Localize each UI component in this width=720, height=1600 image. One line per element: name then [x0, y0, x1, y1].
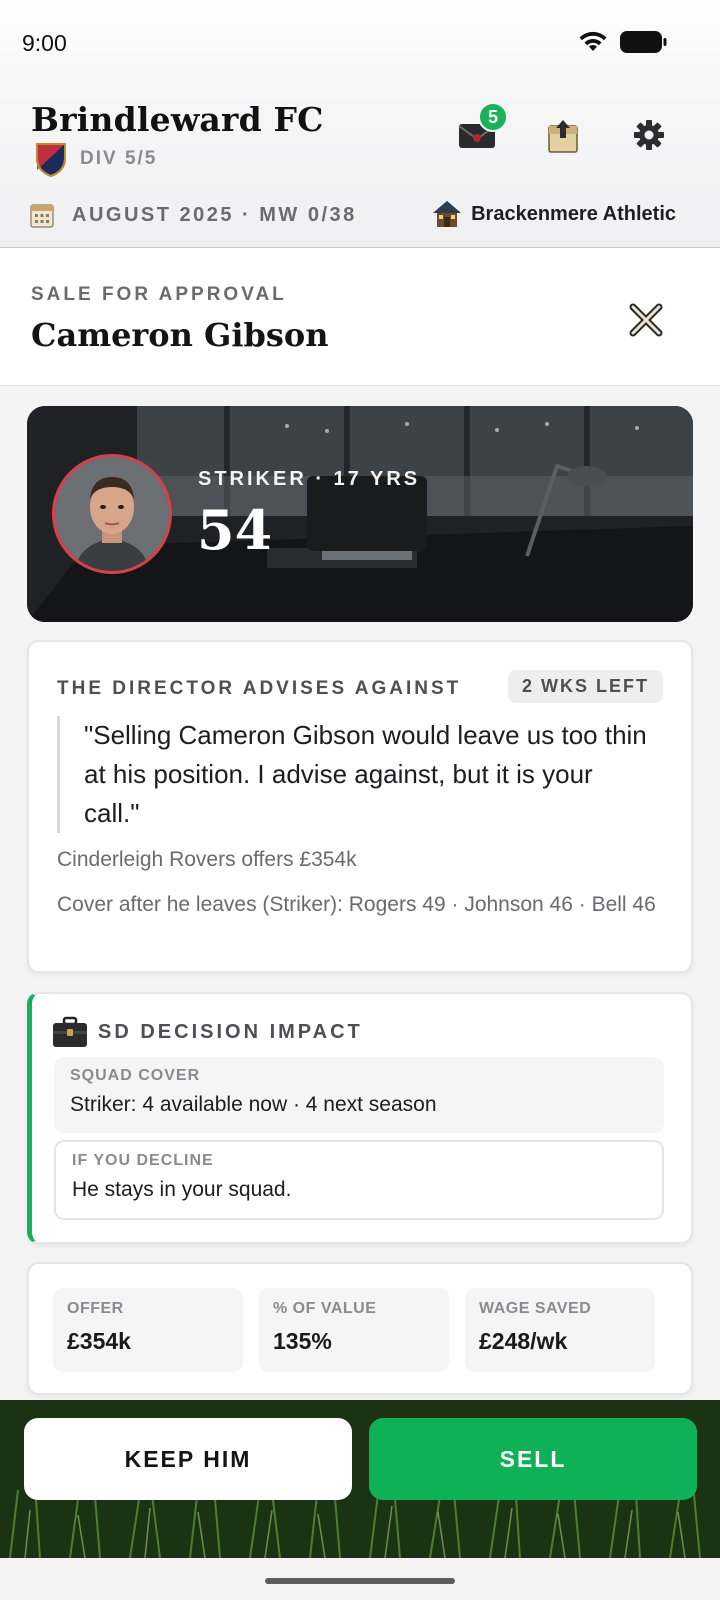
action-bar: KEEP HIM SELL: [0, 1400, 720, 1558]
decline-outcome-box: IF YOU DECLINE He stays in your squad.: [54, 1140, 664, 1220]
club-name: Brindleward FC: [31, 100, 324, 139]
impact-title: SD DECISION IMPACT: [98, 1020, 363, 1043]
transfer-upload-icon: [548, 120, 578, 153]
director-advice-title: THE DIRECTOR ADVISES AGAINST: [57, 678, 462, 699]
stat-wage-saved: WAGE SAVED £248/wk: [465, 1288, 655, 1372]
squad-cover-box: SQUAD COVER Striker: 4 available now · 4…: [54, 1057, 664, 1133]
header-icons: 5: [456, 102, 670, 156]
division-label: DIV 5/5: [80, 148, 158, 169]
keep-him-button[interactable]: KEEP HIM: [24, 1418, 352, 1500]
stat-value: 135%: [273, 1328, 332, 1354]
offer-stats-card: OFFER £354k % OF VALUE 135% WAGE SAVED £…: [27, 1262, 693, 1395]
status-icons: [578, 30, 668, 54]
gear-icon: [634, 120, 664, 150]
player-portrait-image: [55, 457, 169, 571]
squad-cover-value: Striker: 4 available now · 4 next season: [70, 1093, 437, 1116]
status-time: 9:00: [22, 30, 67, 56]
sheet-eyebrow: SALE FOR APPROVAL: [31, 284, 287, 305]
home-icon: [433, 201, 462, 227]
player-name-title: Cameron Gibson: [31, 316, 329, 354]
squad-cover-label: SQUAD COVER: [70, 1067, 201, 1084]
mail-button[interactable]: 5: [456, 102, 508, 156]
cover-summary: Cover after he leaves (Striker): Rogers …: [57, 893, 656, 916]
player-role: STRIKER · 17 YRS: [198, 468, 421, 490]
deadline-badge: 2 WKS LEFT: [508, 670, 663, 703]
player-avatar: [52, 454, 172, 574]
director-advice-card: THE DIRECTOR ADVISES AGAINST 2 WKS LEFT …: [27, 640, 693, 973]
stat-percent-of-value: % OF VALUE 135%: [259, 1288, 449, 1372]
offer-summary: Cinderleigh Rovers offers £354k: [57, 848, 357, 871]
decline-label: IF YOU DECLINE: [72, 1152, 214, 1169]
status-bar: 9:00: [0, 0, 720, 90]
home-indicator[interactable]: [265, 1578, 455, 1584]
home-indicator-area: [0, 1558, 720, 1600]
stat-value: £354k: [67, 1328, 131, 1354]
home-opponent-label: Brackenmere Athletic: [471, 202, 676, 225]
decision-impact-card: SD DECISION IMPACT SQUAD COVER Striker: …: [27, 992, 693, 1244]
battery-icon: [620, 31, 667, 53]
transfer-button[interactable]: [542, 114, 584, 156]
stat-value: £248/wk: [479, 1328, 568, 1354]
settings-button[interactable]: [628, 114, 670, 156]
club-crest-icon: [36, 143, 66, 178]
calendar-icon: [30, 204, 54, 228]
sell-button[interactable]: SELL: [369, 1418, 697, 1500]
director-quote: "Selling Cameron Gibson would leave us t…: [57, 716, 655, 833]
player-hero-card: STRIKER · 17 YRS 54: [27, 406, 693, 622]
player-rating: 54: [197, 498, 273, 562]
stat-label: OFFER: [67, 1300, 124, 1317]
date-row: AUGUST 2025 · MW 0/38: [30, 202, 357, 228]
stat-label: % OF VALUE: [273, 1300, 377, 1317]
sheet-header: SALE FOR APPROVAL Cameron Gibson: [0, 248, 720, 386]
briefcase-icon: [53, 1016, 87, 1047]
mail-count-badge: 5: [478, 102, 508, 132]
close-icon[interactable]: [626, 300, 666, 340]
impact-header: SD DECISION IMPACT: [52, 1016, 363, 1048]
decline-value: He stays in your squad.: [72, 1178, 292, 1201]
stat-offer: OFFER £354k: [53, 1288, 243, 1372]
wifi-icon: [579, 31, 607, 51]
stat-label: WAGE SAVED: [479, 1300, 592, 1317]
division-row: DIV 5/5: [34, 140, 157, 178]
date-label: AUGUST 2025 · MW 0/38: [72, 203, 357, 226]
club-header: Brindleward FC DIV 5/5 5 AUGUST 2025 · M…: [0, 90, 720, 248]
sale-approval-sheet: SALE FOR APPROVAL Cameron Gibson STRIKER…: [0, 247, 720, 1400]
next-fixture[interactable]: Brackenmere Athletic: [431, 199, 676, 229]
